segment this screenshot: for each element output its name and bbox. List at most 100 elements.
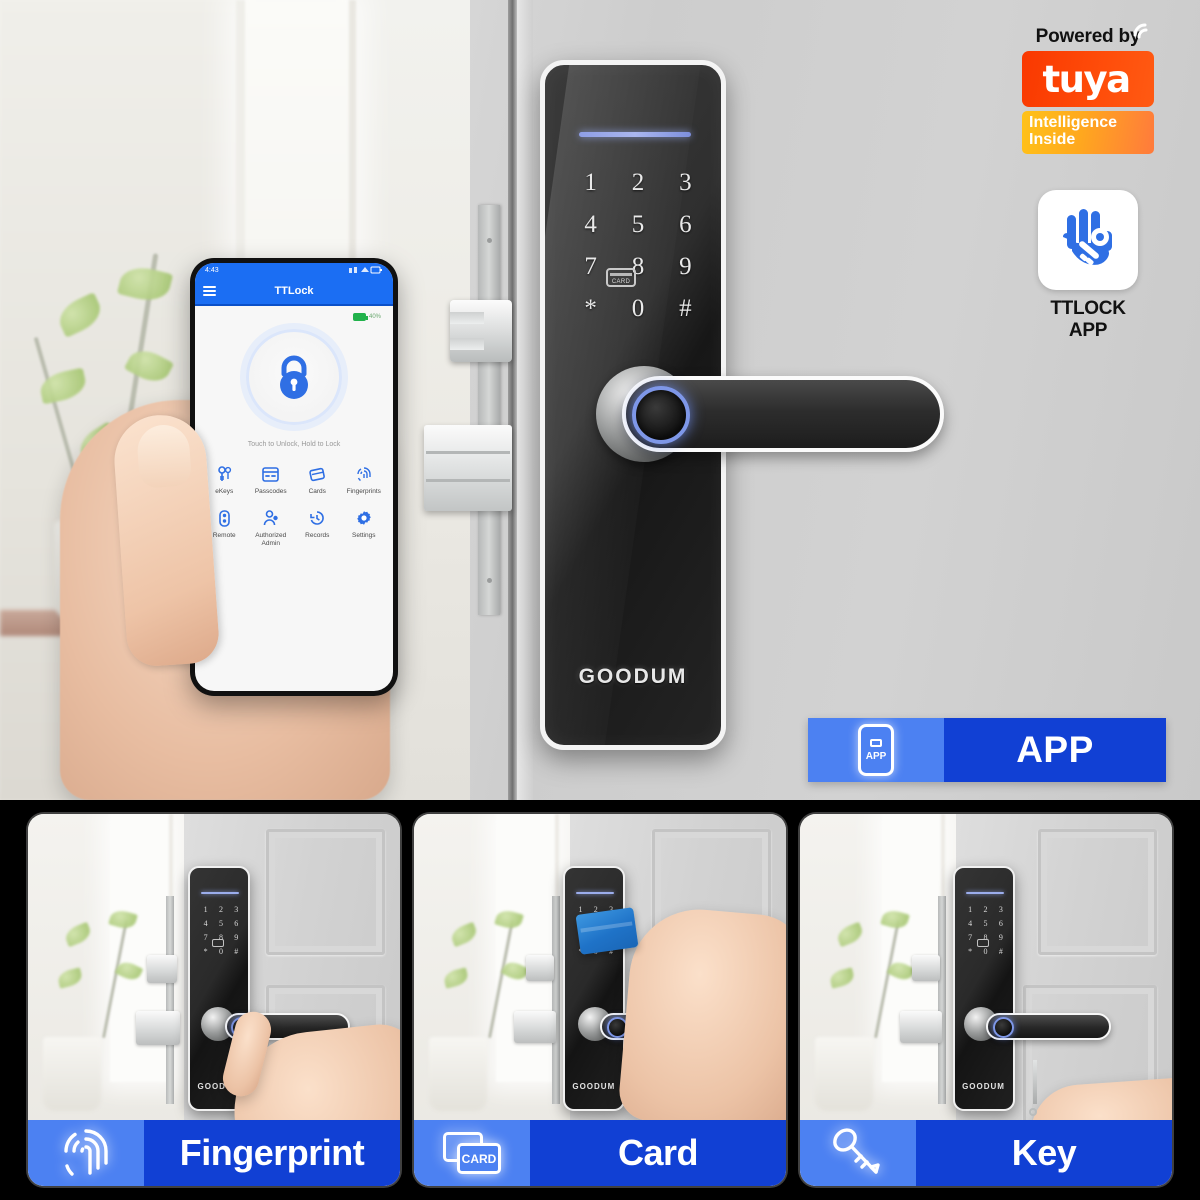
- menu-item-settings[interactable]: Settings: [341, 508, 388, 548]
- keypad-key[interactable]: 6: [679, 212, 692, 237]
- keypad-key[interactable]: 3: [679, 170, 692, 195]
- fingerprint-reader[interactable]: [632, 386, 690, 444]
- keypad-key[interactable]: 9: [679, 254, 692, 279]
- hand-with-key-icon: [1063, 209, 1112, 266]
- caption-key: Key: [800, 1120, 1172, 1186]
- menu-item-fingerprints[interactable]: Fingerprints: [341, 464, 388, 496]
- door-molding: [1038, 828, 1158, 956]
- app-menu-grid: eKeys Passcodes Cards Fingerprints Remot…: [195, 448, 393, 548]
- keypad-key[interactable]: 3: [234, 906, 238, 914]
- unlock-button-area[interactable]: [195, 329, 393, 425]
- menu-label: Authorized Admin: [255, 532, 287, 548]
- card-front: CARD: [457, 1143, 501, 1174]
- keypad-key[interactable]: 5: [632, 212, 645, 237]
- latch-bolt: [450, 300, 512, 362]
- tuya-logo: tuya: [1022, 23, 1154, 107]
- caption-label: Key: [916, 1120, 1172, 1186]
- keypad-key[interactable]: 1: [968, 906, 972, 914]
- hero-section: 1 2 3 4 5 6 7 8 9 * 0 # CARD GOODUM Powe…: [0, 0, 1200, 800]
- brand-logo: GOODUM: [578, 665, 688, 688]
- keypad-key[interactable]: 1: [578, 906, 582, 914]
- app-pill-label: APP: [944, 718, 1166, 782]
- wifi-icon: [1133, 23, 1148, 39]
- keypad-key[interactable]: 9: [999, 934, 1003, 942]
- keypad-key[interactable]: 2: [219, 906, 223, 914]
- deadbolt: [900, 1011, 943, 1044]
- keypad-key[interactable]: 7: [584, 254, 597, 279]
- keypad[interactable]: 1 2 3 4 5 6 7 8 9 * 0 #: [963, 906, 1009, 956]
- keypad-key[interactable]: 0: [632, 296, 645, 321]
- keypad-key[interactable]: 3: [999, 906, 1003, 914]
- phone-icon-label: APP: [865, 750, 887, 762]
- keypad-key[interactable]: 1: [204, 906, 208, 914]
- feature-panel-key: 1 2 3 4 5 6 7 8 9 * 0 # GOODUM Key: [800, 814, 1172, 1186]
- smart-lock-panel: 1 2 3 4 5 6 7 8 9 * 0 # GOODUM: [562, 866, 625, 1112]
- door-molding: [266, 828, 386, 956]
- keypad-key[interactable]: #: [234, 948, 238, 956]
- key-icon: [833, 1128, 880, 1174]
- keypad-key[interactable]: 0: [984, 948, 988, 956]
- status-indicator-bar: [965, 892, 1004, 895]
- menu-item-cards[interactable]: Cards: [294, 464, 341, 496]
- lock-battery-status: 40%: [195, 306, 393, 321]
- ttlock-app-icon[interactable]: [1038, 190, 1138, 290]
- door-handle[interactable]: [596, 358, 966, 468]
- keypad-key[interactable]: 4: [204, 920, 208, 928]
- tagline-line-2: Inside: [1029, 130, 1076, 148]
- strike-plate-screw: [487, 578, 492, 583]
- keypad-key[interactable]: *: [204, 948, 208, 956]
- latch-bolt: [911, 955, 940, 982]
- keypad[interactable]: 1 2 3 4 5 6 7 8 9 * 0 #: [198, 906, 244, 956]
- keypad-key[interactable]: 2: [632, 170, 645, 195]
- keypad-key[interactable]: 6: [999, 920, 1003, 928]
- keypad[interactable]: 1 2 3 4 5 6 7 8 9 * 0 #: [567, 170, 709, 321]
- strike-plate: [551, 895, 560, 1105]
- unlock-button[interactable]: [246, 329, 342, 425]
- battery-icon: [352, 313, 368, 321]
- keypad-key[interactable]: 4: [584, 212, 597, 237]
- admin-icon: [248, 508, 295, 528]
- key-shaft: [1032, 1059, 1037, 1104]
- gear-icon: [341, 508, 388, 528]
- brand-logo: GOODUM: [572, 1082, 616, 1092]
- keypad-key[interactable]: 7: [204, 934, 208, 942]
- keypad-key[interactable]: 0: [219, 948, 223, 956]
- keypad-key[interactable]: 6: [234, 920, 238, 928]
- caption-icon: [28, 1120, 144, 1186]
- latch-bolt: [525, 955, 554, 982]
- caption-card: CARD Card: [414, 1120, 786, 1186]
- key-ring: [1029, 1107, 1038, 1116]
- keypad-key[interactable]: 5: [219, 920, 223, 928]
- fingerprint-icon: [341, 464, 388, 484]
- menu-item-records[interactable]: Records: [294, 508, 341, 548]
- menu-item-authorized-admin[interactable]: Authorized Admin: [248, 508, 295, 548]
- keypad-key[interactable]: 2: [984, 906, 988, 914]
- keypad-key[interactable]: *: [968, 948, 972, 956]
- card-reader-icon: [211, 939, 224, 948]
- deadbolt: [135, 1011, 180, 1046]
- status-time: 4:43: [205, 267, 219, 274]
- ttlock-app-badge: TTLOCK APP: [1033, 190, 1143, 342]
- keypad-key[interactable]: *: [584, 296, 597, 321]
- hand: [616, 903, 786, 1133]
- strike-plate: [937, 895, 946, 1105]
- product-marketing-image: 1 2 3 4 5 6 7 8 9 * 0 # CARD GOODUM Powe…: [0, 0, 1200, 1200]
- padlock-icon: [280, 355, 308, 399]
- app-bar: TTLock: [195, 278, 393, 304]
- strike-plate: [165, 895, 174, 1105]
- keypad-key[interactable]: 9: [234, 934, 238, 942]
- menu-label: Records: [305, 532, 330, 540]
- latch-bolt: [147, 955, 178, 984]
- card-icon: [294, 464, 341, 484]
- keypad-key[interactable]: #: [999, 948, 1003, 956]
- hamburger-icon[interactable]: [203, 286, 216, 296]
- keypad-key[interactable]: #: [679, 296, 692, 321]
- keypad-key[interactable]: 5: [984, 920, 988, 928]
- keypad-key[interactable]: 1: [584, 170, 597, 195]
- menu-item-passcodes[interactable]: Passcodes: [248, 464, 295, 496]
- keypad-key[interactable]: 7: [968, 934, 972, 942]
- card-reader-icon: CARD: [606, 268, 636, 287]
- keypad-key[interactable]: 4: [968, 920, 972, 928]
- passcode-icon: [248, 464, 295, 484]
- status-indicator-bar: [579, 132, 691, 137]
